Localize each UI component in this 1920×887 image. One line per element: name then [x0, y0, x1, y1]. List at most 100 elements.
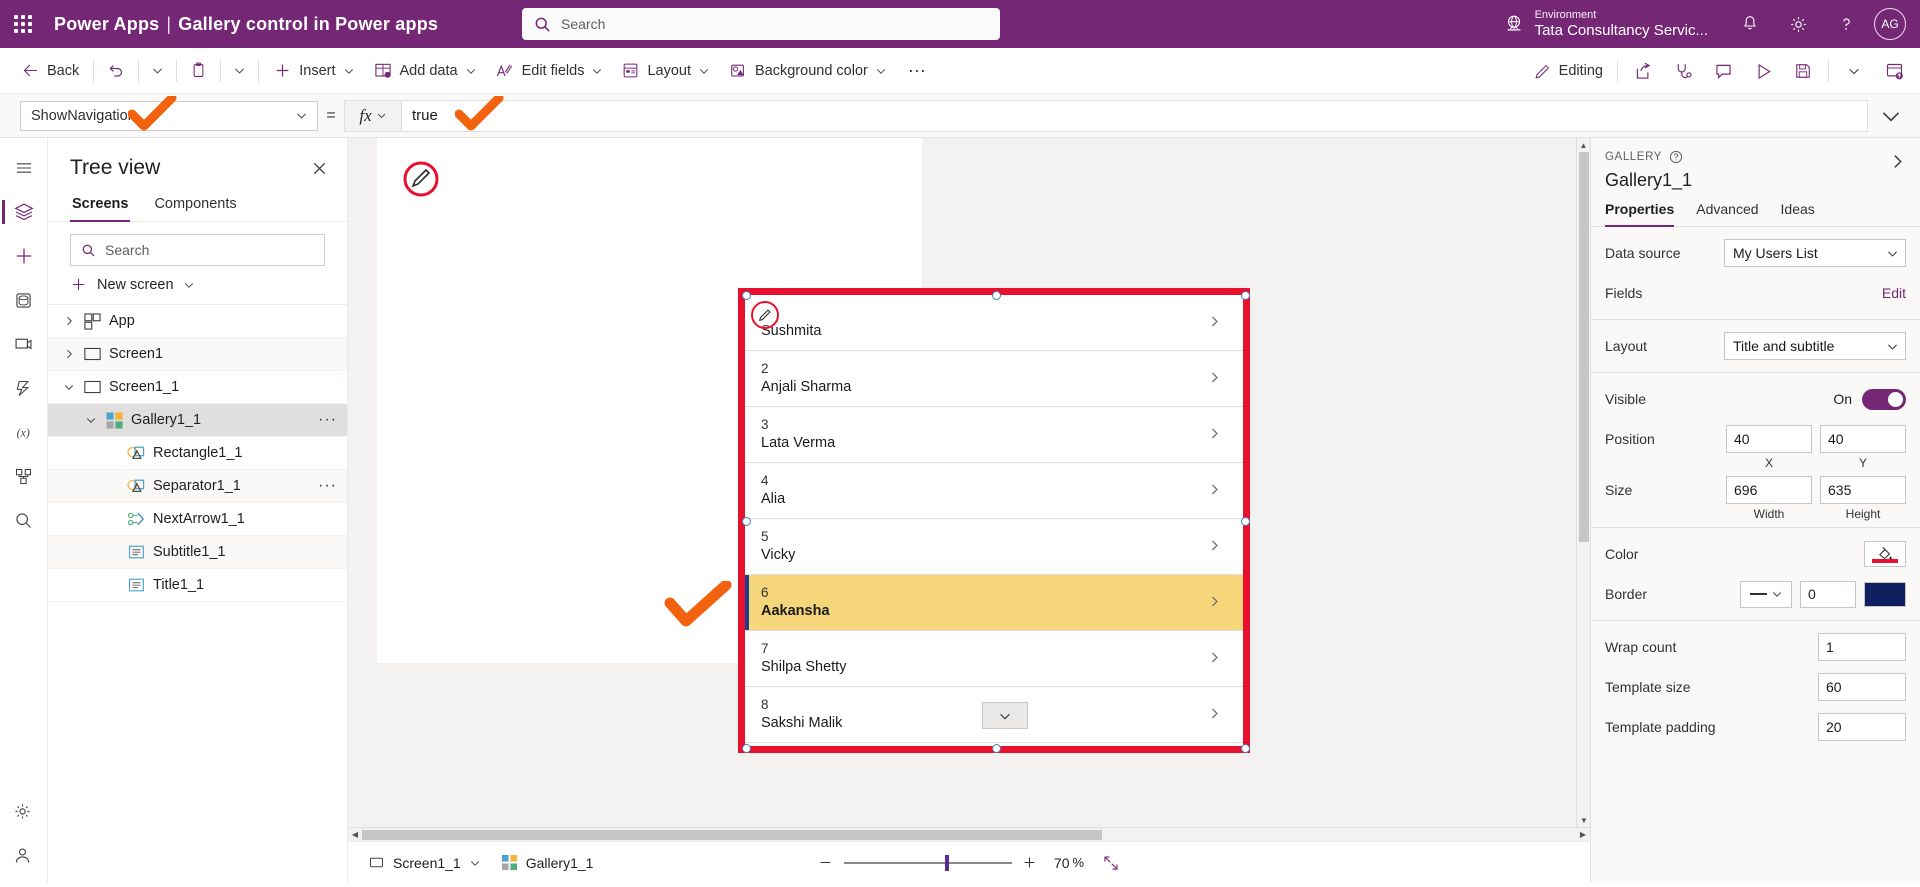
chevron-right-icon[interactable]	[1208, 371, 1221, 387]
border-color-swatch[interactable]	[1864, 581, 1906, 607]
question-circle-icon[interactable]	[1669, 150, 1683, 164]
horizontal-scroll-thumb[interactable]	[362, 830, 1102, 840]
question-mark-icon[interactable]	[1822, 0, 1870, 48]
insert-plus-icon[interactable]	[2, 234, 46, 278]
tab-screens[interactable]: Screens	[70, 190, 131, 222]
gallery-scroll-chip[interactable]	[982, 702, 1028, 729]
save-disk-icon[interactable]	[1783, 54, 1823, 88]
hamburger-menu-icon[interactable]	[2, 146, 46, 190]
chevron-right-icon[interactable]	[1208, 315, 1221, 331]
tab-properties[interactable]: Properties	[1605, 201, 1675, 227]
tree-node-gallery1-1[interactable]: Gallery1_1 ···	[48, 404, 347, 437]
scroll-left-arrow-icon[interactable]: ◀	[348, 828, 362, 841]
tree-search[interactable]	[70, 234, 325, 266]
chevron-right-icon[interactable]	[1208, 483, 1221, 499]
canvas-horizontal-scrollbar[interactable]: ◀ ▶	[348, 827, 1590, 841]
variables-fx-icon[interactable]: (x)	[2, 410, 46, 454]
formula-expand-button[interactable]	[1868, 100, 1914, 132]
resize-handle-se[interactable]	[1241, 744, 1250, 753]
zoom-out-button[interactable]	[812, 849, 840, 877]
bell-icon[interactable]	[1726, 0, 1774, 48]
tree-node-subtitle1-1[interactable]: Subtitle1_1	[48, 536, 347, 569]
scroll-right-arrow-icon[interactable]: ▶	[1576, 828, 1590, 841]
size-height-input[interactable]	[1820, 476, 1906, 504]
resize-handle-w[interactable]	[742, 517, 751, 526]
undo-dropdown[interactable]	[144, 54, 171, 88]
gallery-row[interactable]: 5 Vicky	[745, 519, 1243, 575]
tree-node-separator1-1[interactable]: Separator1_1 ···	[48, 470, 347, 503]
chevron-right-icon[interactable]	[1884, 148, 1910, 174]
overflow-menu-button[interactable]: ···	[896, 54, 938, 88]
gallery-control[interactable]: Sushmita 2 Anjali Sharma 3 Lata Verma 4 Alia 5 V…	[738, 288, 1250, 753]
paste-button[interactable]	[182, 54, 215, 88]
layout-select[interactable]: Title and subtitle	[1724, 332, 1906, 360]
border-width-input[interactable]	[1800, 580, 1856, 608]
chevron-right-icon[interactable]	[1208, 427, 1221, 443]
template-padding-input[interactable]	[1818, 713, 1906, 741]
add-data-button[interactable]: Add data	[364, 54, 486, 88]
paste-dropdown[interactable]	[226, 54, 253, 88]
gallery-edit-badge[interactable]	[751, 301, 779, 329]
resize-handle-s[interactable]	[992, 744, 1001, 753]
layout-button[interactable]: Layout	[612, 54, 719, 88]
tree-node-screen1[interactable]: Screen1	[48, 338, 347, 371]
size-width-input[interactable]	[1726, 476, 1812, 504]
gallery-row[interactable]: 3 Lata Verma	[745, 407, 1243, 463]
background-color-button[interactable]: Background color	[719, 54, 896, 88]
fields-edit-link[interactable]: Edit	[1882, 285, 1906, 301]
border-style-select[interactable]	[1740, 580, 1792, 608]
twisty-icon[interactable]	[80, 414, 102, 426]
tree-view-layers-icon[interactable]	[1, 190, 46, 234]
search-input[interactable]	[561, 16, 988, 32]
fit-screen-icon[interactable]	[1096, 849, 1126, 877]
settings-gear-icon[interactable]	[0, 789, 44, 833]
gallery-row[interactable]: 2 Anjali Sharma	[745, 351, 1243, 407]
tree-node-nextarrow1-1[interactable]: NextArrow1_1	[48, 503, 347, 536]
share-icon[interactable]	[1623, 54, 1663, 88]
zoom-slider[interactable]	[843, 849, 1012, 877]
close-x-icon[interactable]	[305, 154, 333, 182]
tree-search-input[interactable]	[105, 242, 314, 258]
chevron-right-icon[interactable]	[1208, 595, 1221, 611]
wrap-count-input[interactable]	[1818, 633, 1906, 661]
comment-icon[interactable]	[1703, 54, 1743, 88]
twisty-icon[interactable]	[58, 348, 80, 360]
resize-handle-nw[interactable]	[742, 291, 751, 300]
resize-handle-e[interactable]	[1241, 517, 1250, 526]
publish-cloud-icon[interactable]	[1874, 54, 1914, 88]
components-icon[interactable]	[2, 454, 46, 498]
stethoscope-icon[interactable]	[1663, 54, 1703, 88]
visible-toggle[interactable]	[1862, 388, 1906, 410]
tree-node-app[interactable]: App	[48, 305, 347, 338]
tab-ideas[interactable]: Ideas	[1781, 201, 1815, 226]
twisty-icon[interactable]	[58, 381, 80, 393]
canvas-vertical-scrollbar[interactable]: ▲ ▼	[1576, 138, 1590, 827]
back-button[interactable]: Back	[12, 54, 88, 88]
tab-advanced[interactable]: Advanced	[1696, 201, 1758, 226]
gallery-row[interactable]: Sushmita	[745, 295, 1243, 351]
new-screen-button[interactable]: New screen	[48, 266, 347, 305]
editing-mode-button[interactable]: Editing	[1524, 54, 1612, 88]
tab-components[interactable]: Components	[152, 190, 238, 221]
tree-node-screen1-1[interactable]: Screen1_1	[48, 371, 347, 404]
fx-button[interactable]: fx	[344, 99, 402, 132]
color-picker-button[interactable]	[1864, 541, 1906, 567]
scroll-up-arrow-icon[interactable]: ▲	[1577, 138, 1590, 152]
tree-node-rectangle1-1[interactable]: Rectangle1_1	[48, 437, 347, 470]
app-checker-search-icon[interactable]	[2, 498, 46, 542]
twisty-icon[interactable]	[58, 315, 80, 327]
position-y-input[interactable]	[1820, 425, 1906, 453]
data-cylinder-icon[interactable]	[2, 278, 46, 322]
tree-node-menu-icon[interactable]: ···	[318, 477, 337, 495]
chevron-right-icon[interactable]	[1208, 707, 1221, 723]
scroll-down-arrow-icon[interactable]: ▼	[1577, 813, 1590, 827]
formula-input[interactable]: true	[402, 99, 1868, 132]
template-size-input[interactable]	[1818, 673, 1906, 701]
gear-icon[interactable]	[1774, 0, 1822, 48]
chevron-right-icon[interactable]	[1208, 539, 1221, 555]
resize-handle-n[interactable]	[992, 291, 1001, 300]
environment-selector[interactable]: Environment Tata Consultancy Servic...	[1503, 9, 1708, 39]
gallery-row[interactable]: 4 Alia	[745, 463, 1243, 519]
vertical-scroll-thumb[interactable]	[1579, 152, 1589, 542]
play-triangle-icon[interactable]	[1743, 54, 1783, 88]
